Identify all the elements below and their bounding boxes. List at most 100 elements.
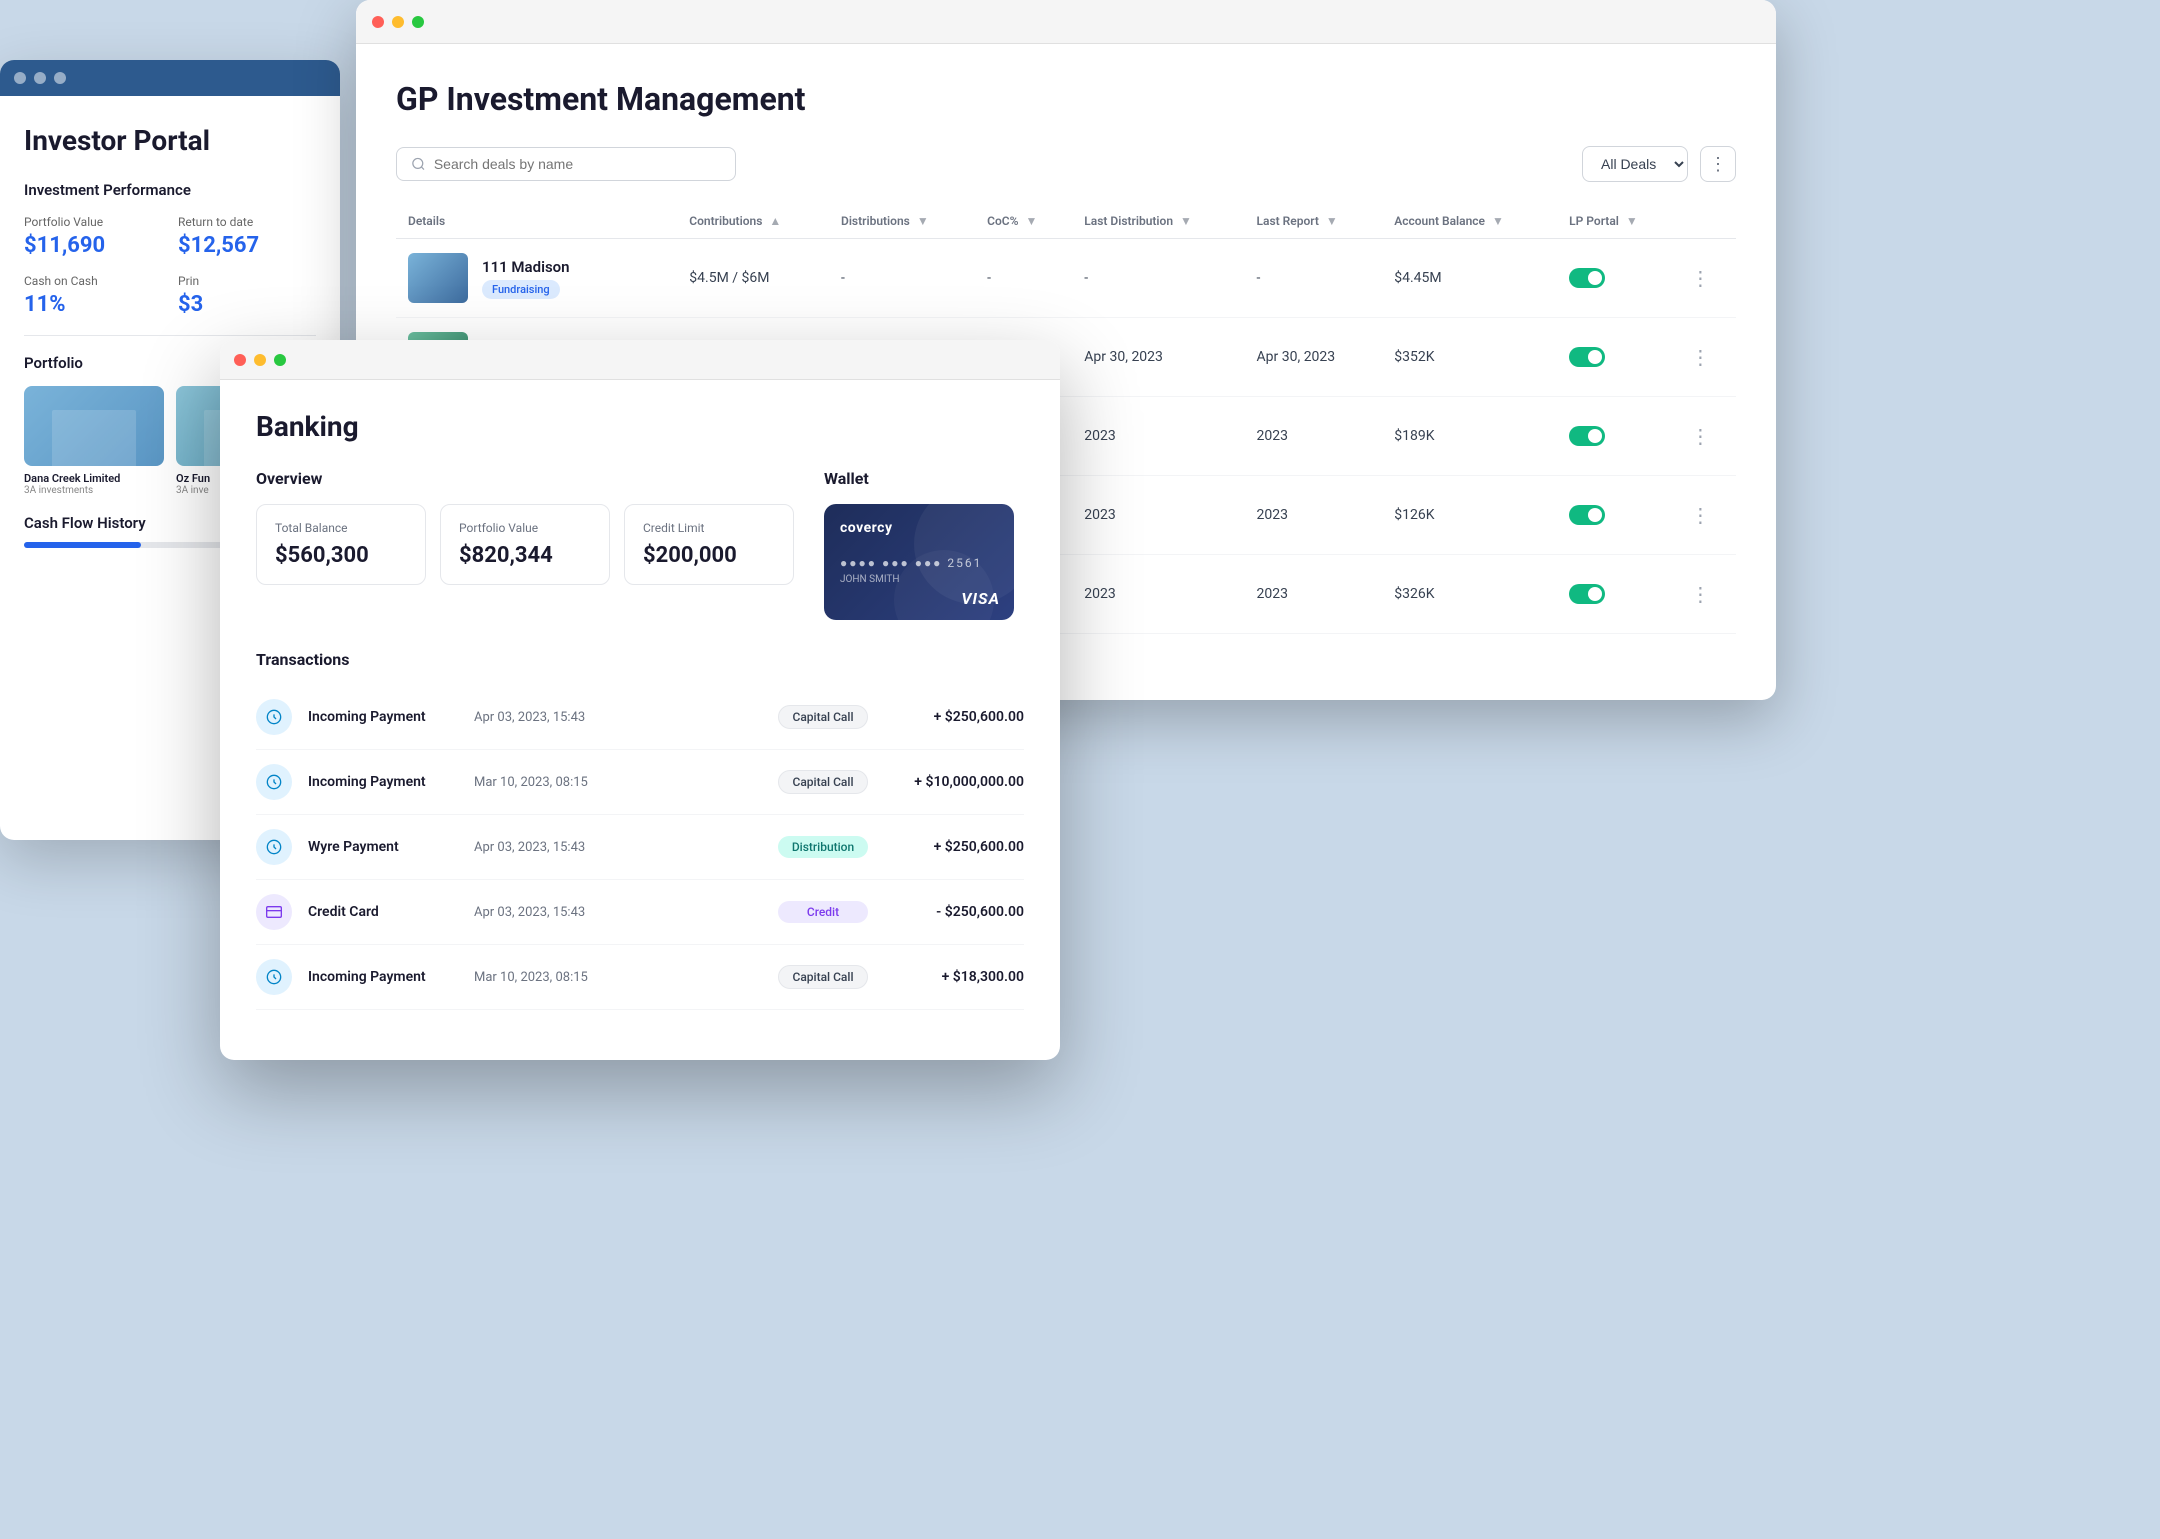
window-dot-3 bbox=[54, 72, 66, 84]
transaction-name: Credit Card bbox=[308, 904, 458, 920]
banking-main-grid: Overview Total Balance $560,300 Portfoli… bbox=[256, 469, 1024, 620]
deal-account-balance: $126K bbox=[1382, 476, 1557, 555]
banking-window: Banking Overview Total Balance $560,300 … bbox=[220, 340, 1060, 1060]
deal-row-more: ⋮ bbox=[1678, 239, 1736, 318]
lp-portal-toggle[interactable] bbox=[1569, 347, 1605, 367]
col-lp-portal: LP Portal ▼ bbox=[1557, 204, 1678, 239]
transaction-amount: + $250,600.00 bbox=[884, 709, 1024, 725]
deal-account-balance: $352K bbox=[1382, 318, 1557, 397]
wallet-card: covercy ●●●● ●●● ●●● 2561 JOHN SMITH VIS… bbox=[824, 504, 1014, 620]
transaction-icon bbox=[256, 764, 292, 800]
banking-dot-red[interactable] bbox=[234, 354, 246, 366]
performance-section-title: Investment Performance bbox=[24, 181, 316, 199]
deal-distributions: - bbox=[829, 239, 975, 318]
credit-limit-label: Credit Limit bbox=[643, 521, 775, 535]
gp-dot-green[interactable] bbox=[412, 16, 424, 28]
lp-portal-toggle[interactable] bbox=[1569, 426, 1605, 446]
lp-sort-icon[interactable]: ▼ bbox=[1626, 214, 1638, 228]
principal-amount: $3 bbox=[178, 292, 316, 317]
wallet-section: Wallet covercy ●●●● ●●● ●●● 2561 JOHN SM… bbox=[824, 469, 1024, 620]
portfolio-item-1[interactable]: Dana Creek Limited 3A investments bbox=[24, 386, 164, 496]
return-to-date-item: Return to date $12,567 bbox=[178, 215, 316, 258]
deal-row-more: ⋮ bbox=[1678, 397, 1736, 476]
deal-lp-portal bbox=[1557, 555, 1678, 634]
cash-on-cash-amount: 11% bbox=[24, 292, 162, 317]
transaction-amount: + $10,000,000.00 bbox=[884, 774, 1024, 790]
transaction-date: Apr 03, 2023, 15:43 bbox=[474, 905, 762, 920]
transaction-date: Apr 03, 2023, 15:43 bbox=[474, 710, 762, 725]
distributions-sort-icon[interactable]: ▼ bbox=[917, 214, 929, 228]
deal-account-balance: $4.45M bbox=[1382, 239, 1557, 318]
transaction-icon bbox=[256, 959, 292, 995]
portfolio-value-amount: $11,690 bbox=[24, 233, 162, 258]
cash-flow-bar-fill bbox=[24, 542, 141, 548]
deal-last-report: 2023 bbox=[1245, 555, 1383, 634]
transaction-amount: + $250,600.00 bbox=[884, 839, 1024, 855]
gp-dot-red[interactable] bbox=[372, 16, 384, 28]
deal-contributions: $4.5M / $6M bbox=[677, 239, 829, 318]
portfolio-value-item: Portfolio Value $11,690 bbox=[24, 215, 162, 258]
search-input[interactable] bbox=[434, 156, 721, 172]
lp-portal-toggle[interactable] bbox=[1569, 268, 1605, 288]
col-details: Details bbox=[396, 204, 677, 239]
row-more-button[interactable]: ⋮ bbox=[1690, 424, 1710, 448]
lp-portal-toggle[interactable] bbox=[1569, 584, 1605, 604]
col-last-report: Last Report ▼ bbox=[1245, 204, 1383, 239]
portfolio-value-card: Portfolio Value $820,344 bbox=[440, 504, 610, 585]
deal-last-distribution: - bbox=[1072, 239, 1244, 318]
portfolio-value-label: Portfolio Value bbox=[459, 521, 591, 535]
more-options-button[interactable]: ⋮ bbox=[1700, 146, 1736, 182]
row-more-button[interactable]: ⋮ bbox=[1690, 503, 1710, 527]
contributions-sort-icon[interactable]: ▲ bbox=[769, 214, 781, 228]
overview-label: Overview bbox=[256, 469, 794, 488]
principal-item: Prin $3 bbox=[178, 274, 316, 317]
gp-dot-yellow[interactable] bbox=[392, 16, 404, 28]
deal-lp-portal bbox=[1557, 397, 1678, 476]
return-to-date-amount: $12,567 bbox=[178, 233, 316, 258]
last-dist-sort-icon[interactable]: ▼ bbox=[1180, 214, 1192, 228]
overview-cards: Total Balance $560,300 Portfolio Value $… bbox=[256, 504, 794, 585]
banking-title: Banking bbox=[256, 410, 1024, 443]
banking-titlebar bbox=[220, 340, 1060, 380]
credit-limit-value: $200,000 bbox=[643, 543, 775, 568]
transaction-amount: + $18,300.00 bbox=[884, 969, 1024, 985]
return-to-date-label: Return to date bbox=[178, 215, 316, 229]
col-account-balance: Account Balance ▼ bbox=[1382, 204, 1557, 239]
banking-content: Banking Overview Total Balance $560,300 … bbox=[220, 380, 1060, 1060]
cash-on-cash-label: Cash on Cash bbox=[24, 274, 162, 288]
row-more-button[interactable]: ⋮ bbox=[1690, 582, 1710, 606]
transaction-row: Incoming Payment Mar 10, 2023, 08:15 Cap… bbox=[256, 750, 1024, 815]
col-coc: CoC% ▼ bbox=[975, 204, 1072, 239]
lp-portal-toggle[interactable] bbox=[1569, 505, 1605, 525]
deal-lp-portal bbox=[1557, 318, 1678, 397]
deal-row-more: ⋮ bbox=[1678, 318, 1736, 397]
total-balance-card: Total Balance $560,300 bbox=[256, 504, 426, 585]
last-report-sort-icon[interactable]: ▼ bbox=[1326, 214, 1338, 228]
banking-dot-green[interactable] bbox=[274, 354, 286, 366]
transaction-date: Apr 03, 2023, 15:43 bbox=[474, 840, 762, 855]
transaction-icon bbox=[256, 829, 292, 865]
portfolio-sub-1: 3A investments bbox=[24, 485, 164, 496]
wallet-label: Wallet bbox=[824, 469, 1024, 488]
portfolio-value-label: Portfolio Value bbox=[24, 215, 162, 229]
transaction-row: Incoming Payment Apr 03, 2023, 15:43 Cap… bbox=[256, 685, 1024, 750]
col-contributions: Contributions ▲ bbox=[677, 204, 829, 239]
all-deals-filter[interactable]: All Deals bbox=[1582, 146, 1688, 182]
transaction-badge: Capital Call bbox=[778, 770, 868, 794]
window-dot-2 bbox=[34, 72, 46, 84]
divider-1 bbox=[24, 335, 316, 336]
transactions-title: Transactions bbox=[256, 650, 1024, 669]
banking-dot-yellow[interactable] bbox=[254, 354, 266, 366]
row-more-button[interactable]: ⋮ bbox=[1690, 345, 1710, 369]
transaction-amount: - $250,600.00 bbox=[884, 904, 1024, 920]
balance-sort-icon[interactable]: ▼ bbox=[1492, 214, 1504, 228]
row-more-button[interactable]: ⋮ bbox=[1690, 266, 1710, 290]
investor-portal-titlebar bbox=[0, 60, 340, 96]
deal-image bbox=[408, 253, 468, 303]
deal-last-distribution: 2023 bbox=[1072, 397, 1244, 476]
deal-row-more: ⋮ bbox=[1678, 476, 1736, 555]
coc-sort-icon[interactable]: ▼ bbox=[1026, 214, 1038, 228]
window-dot-1 bbox=[14, 72, 26, 84]
gp-search-box[interactable] bbox=[396, 147, 736, 181]
gp-title: GP Investment Management bbox=[396, 80, 1736, 118]
